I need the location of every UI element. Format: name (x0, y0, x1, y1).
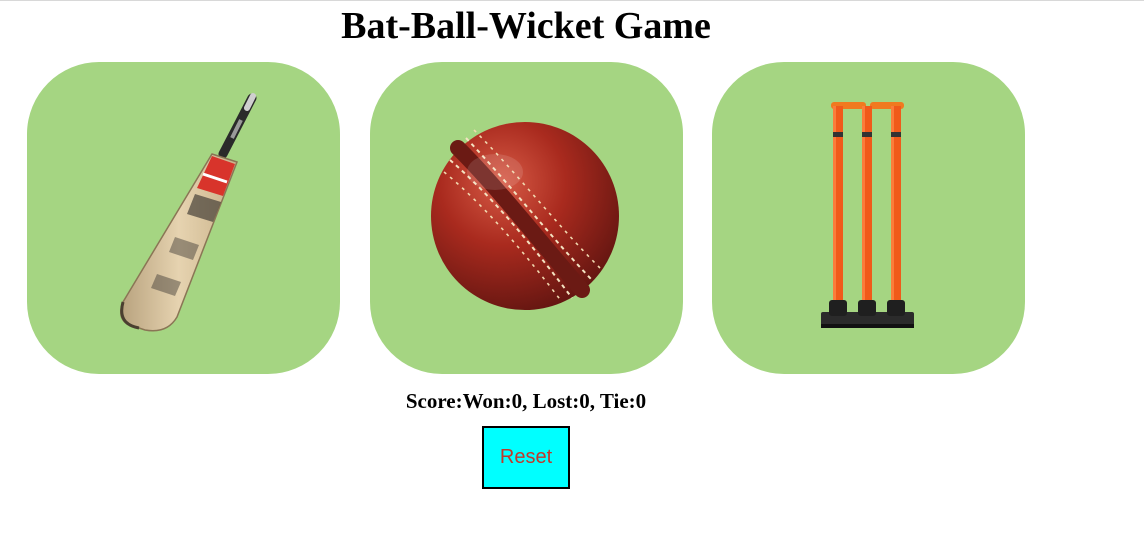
score-display: Score:Won:0, Lost:0, Tie:0 (405, 389, 647, 413)
reset-button[interactable]: Reset (482, 426, 570, 489)
cricket-bat-icon (120, 93, 257, 332)
wicket-choice-button[interactable] (712, 62, 1025, 374)
bat-choice-button[interactable] (27, 62, 340, 374)
page-title: Bat-Ball-Wicket Game (341, 5, 711, 47)
ball-choice-button[interactable] (370, 62, 683, 374)
window-top-border (0, 0, 1144, 1)
cricket-ball-icon (431, 122, 619, 310)
cricket-wicket-icon (821, 102, 914, 328)
